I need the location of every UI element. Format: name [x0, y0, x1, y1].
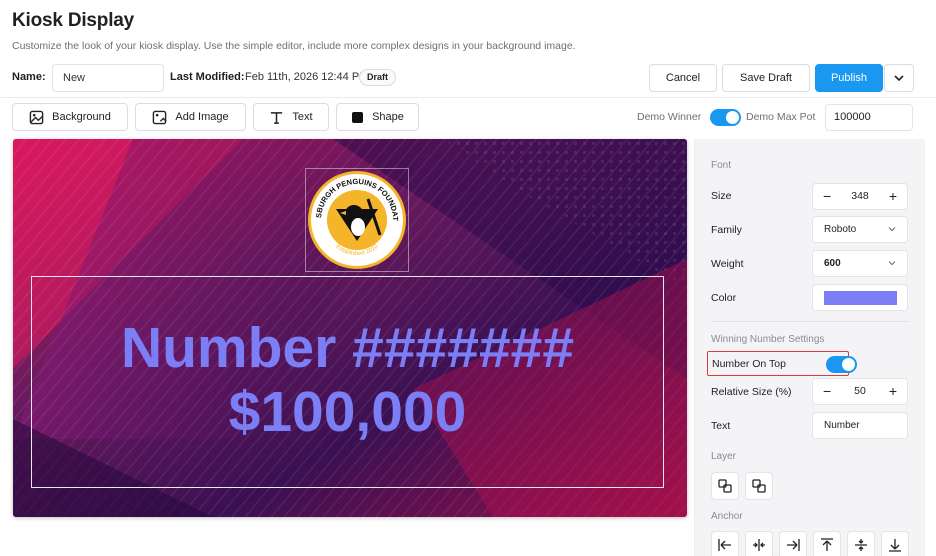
- family-label: Family: [711, 224, 742, 236]
- align-right-icon: [787, 539, 800, 551]
- align-top-icon: [821, 538, 833, 551]
- anchor-section-header: Anchor: [711, 511, 743, 522]
- text-tool-button[interactable]: Text: [253, 103, 329, 131]
- align-bottom-icon: [889, 539, 901, 552]
- add-image-tool-button[interactable]: Add Image: [135, 103, 246, 131]
- layer-section-header: Layer: [711, 451, 737, 462]
- weight-select[interactable]: 600: [812, 250, 908, 277]
- relative-size-value: 50: [854, 385, 866, 397]
- properties-panel: Font Size − 348 + Family Roboto Weight 6…: [694, 139, 925, 556]
- color-swatch: [824, 291, 897, 305]
- name-label: Name:: [12, 71, 46, 83]
- size-value: 348: [851, 190, 869, 202]
- text-input[interactable]: Number: [812, 412, 908, 439]
- color-label: Color: [711, 292, 737, 304]
- page-subtitle: Customize the look of your kiosk display…: [12, 40, 576, 52]
- number-on-top-row: Number On Top: [707, 351, 857, 376]
- penguins-logo-icon: PITTSBURGH PENGUINS FOUNDATION Establish…: [306, 169, 406, 269]
- align-left-icon: [718, 539, 731, 551]
- weight-value: 600: [824, 258, 841, 269]
- send-backward-button[interactable]: [745, 472, 773, 500]
- publish-options-button[interactable]: [884, 64, 914, 92]
- send-backward-icon: [752, 479, 766, 493]
- demo-max-pot-input[interactable]: 100000: [825, 104, 913, 131]
- color-picker[interactable]: [812, 284, 908, 311]
- shape-tool-label: Shape: [372, 111, 404, 123]
- chevron-down-icon: [888, 261, 896, 266]
- publish-button[interactable]: Publish: [815, 64, 883, 92]
- anchor-left-button[interactable]: [711, 531, 739, 556]
- last-modified-label: Last Modified:: [170, 71, 245, 83]
- winning-number-settings-header: Winning Number Settings: [711, 334, 825, 345]
- relative-size-label: Relative Size (%): [711, 386, 792, 398]
- relative-size-increase-button[interactable]: +: [889, 379, 897, 404]
- align-center-vertical-icon: [855, 539, 867, 551]
- background-tool-label: Background: [52, 111, 111, 123]
- anchor-center-horizontal-button[interactable]: [745, 531, 773, 556]
- square-icon: [352, 111, 364, 123]
- add-image-tool-label: Add Image: [175, 111, 229, 123]
- align-center-horizontal-icon: [753, 539, 765, 551]
- last-modified-value: Feb 11th, 2026 12:44 PM: [245, 71, 369, 83]
- pot-amount-line: $100,000: [228, 380, 467, 444]
- kiosk-canvas[interactable]: PITTSBURGH PENGUINS FOUNDATION Establish…: [13, 139, 687, 517]
- demo-max-pot-label: Demo Max Pot: [746, 111, 816, 123]
- relative-size-stepper[interactable]: − 50 +: [812, 378, 908, 405]
- chevron-down-icon: [888, 227, 896, 232]
- size-stepper[interactable]: − 348 +: [812, 183, 908, 210]
- size-increase-button[interactable]: +: [889, 184, 897, 209]
- number-on-top-toggle[interactable]: [826, 356, 857, 373]
- section-divider: [711, 321, 910, 322]
- status-badge: Draft: [359, 69, 397, 86]
- cancel-button[interactable]: Cancel: [649, 64, 717, 92]
- logo-image[interactable]: PITTSBURGH PENGUINS FOUNDATION Establish…: [305, 168, 409, 272]
- weight-label: Weight: [711, 258, 744, 270]
- anchor-bottom-button[interactable]: [881, 531, 909, 556]
- header-divider: [0, 97, 936, 98]
- text-icon: [271, 111, 283, 124]
- anchor-center-vertical-button[interactable]: [847, 531, 875, 556]
- winning-number-line: Number #######: [120, 316, 575, 380]
- number-on-top-label: Number On Top: [712, 358, 786, 370]
- page-title: Kiosk Display: [12, 10, 135, 31]
- family-value: Roboto: [824, 224, 857, 235]
- font-section-header: Font: [711, 160, 732, 171]
- add-image-icon: [153, 110, 167, 124]
- bring-forward-icon: [718, 479, 732, 493]
- shape-tool-button[interactable]: Shape: [336, 103, 419, 131]
- background-tool-button[interactable]: Background: [12, 103, 128, 131]
- bring-forward-button[interactable]: [711, 472, 739, 500]
- demo-winner-label: Demo Winner: [637, 111, 702, 123]
- chevron-down-icon: [894, 75, 904, 82]
- family-select[interactable]: Roboto: [812, 216, 908, 243]
- save-draft-button[interactable]: Save Draft: [722, 64, 810, 92]
- winning-number-textbox[interactable]: Number ####### $100,000: [31, 276, 664, 488]
- demo-winner-toggle[interactable]: [710, 109, 741, 126]
- anchor-right-button[interactable]: [779, 531, 807, 556]
- size-decrease-button[interactable]: −: [823, 184, 831, 209]
- relative-size-decrease-button[interactable]: −: [823, 379, 831, 404]
- image-frame-icon: [29, 110, 44, 124]
- text-label: Text: [711, 420, 731, 432]
- name-input[interactable]: New: [52, 64, 164, 92]
- anchor-top-button[interactable]: [813, 531, 841, 556]
- text-tool-label: Text: [292, 111, 313, 123]
- size-label: Size: [711, 190, 732, 202]
